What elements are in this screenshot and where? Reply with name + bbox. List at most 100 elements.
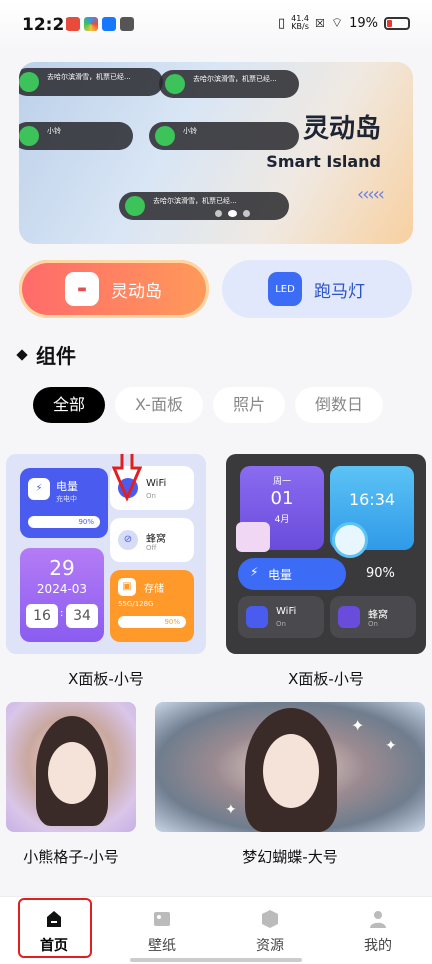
page-dot-active [228,210,237,217]
gesture-nav-bar[interactable] [130,958,302,962]
tab-resources[interactable]: 资源 [216,897,324,964]
storage-label: 存储 [144,584,164,595]
banner-subtitle: Smart Island [266,152,381,171]
bear-grid-photo-card[interactable] [6,702,136,832]
app-notification-icon [66,17,80,31]
status-indicators: ▯ 41.4 KB/s ☒ ⌔ 19% [278,15,410,31]
alipay-icon [102,17,116,31]
cellular-widget-dark: 蜂窝 On [330,596,416,638]
banner-notification-pill: 去哈尔滨滑雪，机票已经... [19,68,163,96]
vibrate-icon: ▯ [278,15,286,31]
battery-bar: 90% [28,516,100,528]
date-day: 29 [49,556,75,580]
cellular-label: 蜂窝 [146,534,166,545]
butterfly-icon: ✦ [225,802,237,818]
photo-face [263,734,319,808]
filter-chip-countdown[interactable]: 倒数日 [294,387,383,423]
cellular-widget: ⊘ 蜂窝 Off [110,518,194,562]
tab-wallpaper-label: 壁纸 [148,938,176,954]
wifi-icon: ⌔ [330,16,344,31]
user-icon [370,911,386,928]
card-label: X面板-小号 [288,670,364,688]
clock-time: 16:34 [348,490,396,509]
banner-notification-pill: 去哈尔滨滑雪，机票已经... [159,70,299,98]
card-label: X面板-小号 [68,670,144,688]
battery-icon [384,16,410,30]
pill-text: 去哈尔滨滑雪，机票已经... [153,197,237,205]
card-label: 梦幻蝴蝶-大号 [242,848,338,866]
battery-widget-dark: ⚡ 电量 [238,558,346,590]
island-app-icon: ▬ [65,272,99,306]
page-dot [215,210,222,217]
tab-wallpaper[interactable]: 壁纸 [108,897,216,964]
pill-text: 去哈尔滨滑雪，机票已经... [47,73,131,81]
calendar-icon [236,522,270,552]
x-panel-light-card[interactable]: ⚡ 电量 充电中 90% WiFi On ⊘ 蜂窝 Off 29 2024-03… [6,454,206,654]
pill-text: 小铃 [183,127,197,135]
cellular-icon [338,606,360,628]
date-widget: 29 2024-03 16 : 34 [20,548,104,642]
status-bar: 12:21 ▯ 41.4 KB/s ☒ ⌔ 19% [0,0,432,52]
widgets-section-title: 组件 [16,340,76,369]
filter-chip-photo[interactable]: 照片 [212,387,285,423]
wifi-state: On [146,492,156,500]
battery-percent: 19% [349,15,378,31]
calendar-weekday: 周一 [272,477,291,487]
date-month: 2024-03 [36,582,88,596]
cellular-label: 蜂窝 [368,610,388,621]
tab-profile-label: 我的 [364,938,392,954]
smart-island-button[interactable]: ▬ 灵动岛 [19,260,209,318]
save-icon: ▣ [118,578,136,596]
banner-notification-pill: 小铃 [19,122,133,150]
page-dot [243,210,250,217]
cellular-state: Off [146,544,157,552]
battery-widget: ⚡ 电量 充电中 90% [20,468,108,538]
battery-label: 电量 [268,568,293,582]
clock-hour: 16 [26,604,58,628]
battery-widget-subtitle: 充电中 [56,495,77,503]
smart-island-banner[interactable]: 去哈尔滨滑雪，机票已经... 去哈尔滨滑雪，机票已经... 小铃 小铃 去哈尔滨… [19,62,413,244]
image-icon [154,912,170,926]
net-speed-unit: KB/s [291,22,309,31]
photo-face [48,742,96,804]
dream-butterfly-photo-card[interactable]: ✦ ✦ ✦ [155,702,425,832]
wifi-state: On [276,620,286,628]
banner-title: 灵动岛 [302,114,381,144]
banner-notification-pill: 去哈尔滨滑雪，机票已经... [119,192,289,220]
lightning-icon: ⚡ [250,565,259,579]
cellular-state: On [368,620,378,628]
wifi-widget-dark: WiFi On [238,596,324,638]
led-icon: LED [268,272,302,306]
cube-icon [262,910,278,928]
storage-bar: 90% [118,616,186,628]
chevrons-left-icon: ‹‹‹‹‹ [357,184,385,205]
calendar-widget: 周一 01 4月 [236,466,324,552]
pill-text: 小铃 [47,127,61,135]
app-notification-icon [120,17,134,31]
signal-off-icon: ☒ [314,16,325,30]
wifi-label: WiFi [276,606,297,617]
status-app-icons [66,17,134,31]
butterfly-icon: ✦ [385,738,397,754]
clock-separator: : [60,608,64,619]
lightning-icon: ⚡ [28,478,50,500]
pill-text: 去哈尔滨滑雪，机票已经... [193,75,277,83]
app-notification-icon [84,17,98,31]
red-arrow-down-icon [112,454,142,502]
card-label: 小熊格子-小号 [23,848,119,866]
marquee-label: 跑马灯 [314,281,365,302]
battery-percent-dark: 90% [366,566,395,581]
x-panel-dark-card[interactable]: 周一 01 4月 16:34 ⚡ 电量 90% WiFi On 蜂窝 On [226,454,426,654]
tab-profile[interactable]: 我的 [324,897,432,964]
calendar-day: 01 [270,488,294,509]
clock-icon [332,522,368,558]
wifi-icon [246,606,268,628]
filter-chip-x-panel[interactable]: X-面板 [115,387,203,423]
marquee-button[interactable]: LED 跑马灯 [222,260,412,318]
section-title-text: 组件 [36,344,76,368]
banner-notification-pill: 小铃 [149,122,299,150]
tab-resources-label: 资源 [256,938,284,954]
filter-chip-all[interactable]: 全部 [33,387,106,423]
wifi-label: WiFi [146,478,167,489]
clock-widget: 16:34 [330,466,414,558]
